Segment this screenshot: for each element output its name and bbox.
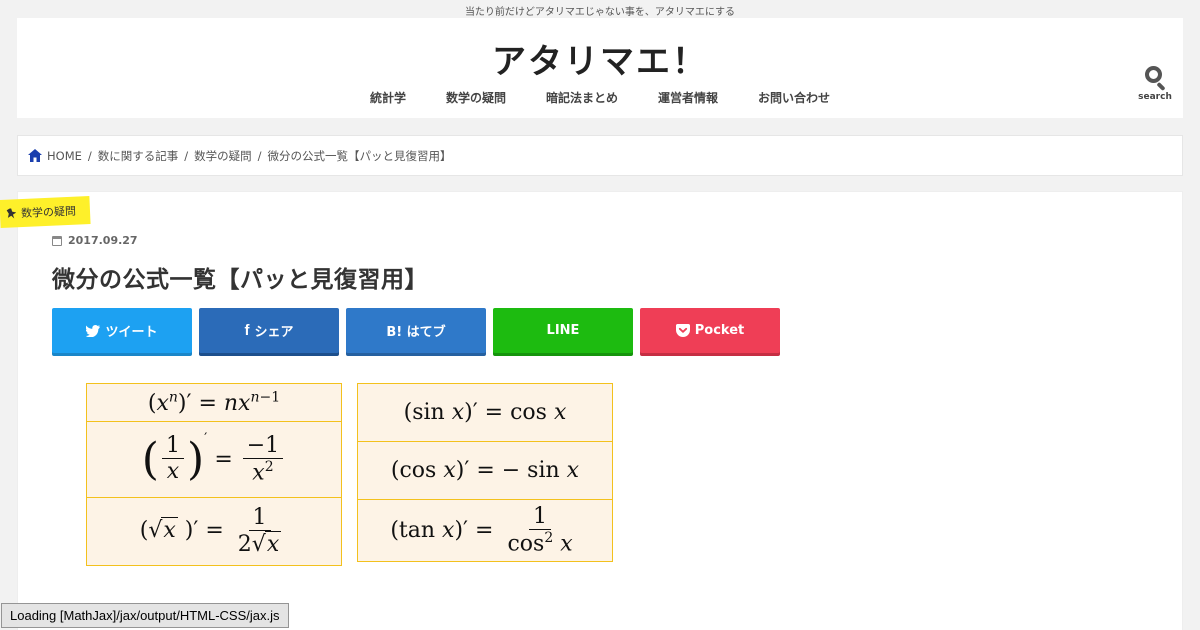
home-icon[interactable] [28, 149, 42, 162]
breadcrumb-separator: / [257, 148, 262, 163]
site-title[interactable]: アタリマエ！ [17, 34, 1183, 83]
breadcrumb-home[interactable]: HOME [47, 149, 82, 163]
search-button[interactable]: search [1137, 64, 1173, 102]
pocket-icon [675, 324, 690, 337]
formula-power: (xn)′ = nxn−1 [86, 383, 342, 422]
facebook-share-label: シェア [254, 325, 294, 340]
formula-table-power: (xn)′ = nxn−1 (1 x)′ = −1 x2 (√x )′ = 1 2√x [86, 383, 342, 566]
calendar-icon [52, 235, 62, 246]
facebook-icon: f [244, 322, 250, 339]
post-date-text: 2017.09.27 [68, 234, 138, 247]
nav-item-math-questions[interactable]: 数学の疑問 [426, 89, 526, 106]
formula-tables: (xn)′ = nxn−1 (1 x)′ = −1 x2 (√x )′ = 1 2√x… [86, 383, 613, 566]
site-tagline: 当たり前だけどアタリマエじゃない事を、アタリマエにする [464, 7, 736, 18]
share-buttons: ツイート f シェア B! はてブ LINE Pocket [52, 308, 780, 353]
tweet-button[interactable]: ツイート [52, 308, 192, 353]
formula-sqrt: (√x )′ = 1 2√x [86, 497, 342, 566]
category-label: 数学の疑問 [20, 204, 77, 221]
line-label: LINE [546, 323, 580, 338]
breadcrumb-separator: / [184, 148, 189, 163]
mathjax-loading-status: Loading [MathJax]/jax/output/HTML-CSS/ja… [1, 603, 289, 628]
global-nav: 統計学 数学の疑問 暗記法まとめ 運営者情報 お問い合わせ [17, 89, 1183, 106]
search-icon[interactable] [1143, 64, 1167, 92]
nav-item-contact[interactable]: お問い合わせ [738, 89, 850, 106]
article-title: 微分の公式一覧【パッと見復習用】 [52, 267, 428, 293]
nav-item-about[interactable]: 運営者情報 [638, 89, 738, 106]
nav-item-statistics[interactable]: 統計学 [350, 89, 426, 106]
formula-sin: (sin x)′ = cos x [357, 383, 613, 442]
pin-icon [6, 207, 17, 219]
facebook-share-button[interactable]: f シェア [199, 308, 339, 353]
post-date: 2017.09.27 [52, 234, 138, 247]
tweet-label: ツイート [105, 325, 158, 340]
formula-tan: (tan x)′ = 1 cos2 x [357, 499, 613, 562]
nav-item-memorization[interactable]: 暗記法まとめ [526, 89, 638, 106]
pocket-label: Pocket [694, 323, 745, 338]
formula-reciprocal: (1 x)′ = −1 x2 [86, 421, 342, 498]
breadcrumb-item[interactable]: 数に関する記事 [98, 148, 179, 164]
breadcrumb-separator: / [87, 148, 92, 163]
search-label: search [1138, 92, 1172, 102]
twitter-icon [86, 324, 101, 337]
breadcrumb-current: 微分の公式一覧【パッと見復習用】 [267, 148, 452, 163]
category-badge[interactable]: 数学の疑問 [0, 196, 91, 228]
hatena-label: B! はてブ [386, 325, 446, 340]
formula-table-trig: (sin x)′ = cos x (cos x)′ = − sin x (tan… [357, 383, 613, 562]
pocket-button[interactable]: Pocket [640, 308, 780, 353]
line-share-button[interactable]: LINE [493, 308, 633, 353]
formula-cos: (cos x)′ = − sin x [357, 441, 613, 500]
hatena-bookmark-button[interactable]: B! はてブ [346, 308, 486, 353]
breadcrumb-item[interactable]: 数学の疑問 [194, 148, 252, 164]
site-header: アタリマエ！ 統計学 数学の疑問 暗記法まとめ 運営者情報 お問い合わせ sea… [17, 18, 1183, 118]
breadcrumb: HOME / 数に関する記事 / 数学の疑問 / 微分の公式一覧【パッと見復習用… [17, 135, 1183, 176]
